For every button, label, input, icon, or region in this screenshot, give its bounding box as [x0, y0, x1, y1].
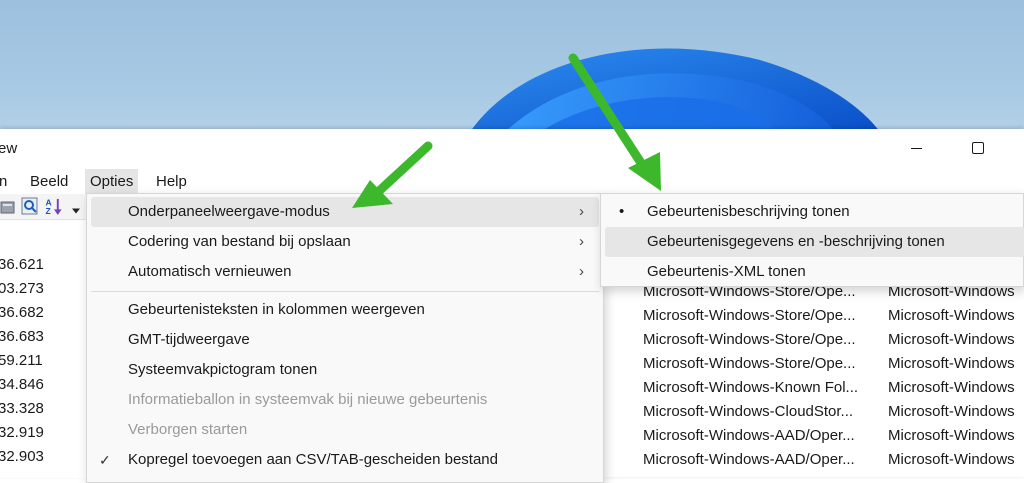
- menu-item-save-encoding[interactable]: Codering van bestand bij opslaan ›: [91, 227, 599, 257]
- properties-icon[interactable]: [0, 197, 18, 216]
- table-cell-channel[interactable]: Microsoft-Windows: [888, 427, 1015, 444]
- windows-bloom-graphic: [470, 48, 880, 132]
- toolbar: A Z: [0, 194, 90, 219]
- menu-separator: [91, 291, 599, 292]
- menu-item-tray-balloon[interactable]: Informatieballon in systeemvak bij nieuw…: [91, 385, 599, 415]
- table-cell-channel[interactable]: Microsoft-Windows: [888, 379, 1015, 396]
- table-cell-channel[interactable]: Microsoft-Windows: [888, 403, 1015, 420]
- minimize-icon: [910, 147, 922, 149]
- table-cell-source[interactable]: Microsoft-Windows-AAD/Oper...: [643, 427, 855, 444]
- table-cell-channel[interactable]: Microsoft-Windows: [888, 451, 1015, 468]
- minimize-button[interactable]: [888, 129, 944, 167]
- submenu-item-show-description[interactable]: • Gebeurtenisbeschrijving tonen: [605, 197, 1024, 227]
- svg-text:Z: Z: [45, 206, 50, 216]
- submenu-item-show-xml[interactable]: Gebeurtenis-XML tonen: [605, 257, 1024, 287]
- list-item[interactable]: 33.328: [0, 400, 44, 417]
- menu-item-tray-icon[interactable]: Systeemvakpictogram tonen: [91, 355, 599, 385]
- menu-item-gmt-time[interactable]: GMT-tijdweergave: [91, 325, 599, 355]
- list-item[interactable]: 59.211: [0, 352, 43, 369]
- table-cell-channel[interactable]: Microsoft-Windows: [888, 307, 1015, 324]
- list-item[interactable]: 03.273: [0, 280, 44, 297]
- event-list-left-column: 36.621 03.273 36.682 36.683 59.211 34.84…: [0, 219, 90, 478]
- menu-view[interactable]: Beeld: [25, 169, 73, 194]
- table-cell-source[interactable]: Microsoft-Windows-Store/Ope...: [643, 331, 856, 348]
- table-cell-source[interactable]: Microsoft-Windows-AAD/Oper...: [643, 451, 855, 468]
- table-cell-source[interactable]: Microsoft-Windows-Known Fol...: [643, 379, 858, 396]
- title-bar: ew: [0, 129, 1024, 169]
- maximize-button[interactable]: [950, 129, 1006, 167]
- window-title: ew: [0, 140, 18, 157]
- desktop-wallpaper: [0, 0, 1024, 132]
- checkmark-icon: ✓: [99, 452, 111, 468]
- menu-item-auto-refresh[interactable]: Automatisch vernieuwen ›: [91, 257, 599, 287]
- menu-item-event-text-columns[interactable]: Gebeurtenisteksten in kolommen weergeven: [91, 295, 599, 325]
- table-cell-source[interactable]: Microsoft-Windows-Store/Ope...: [643, 355, 856, 372]
- list-item[interactable]: 36.683: [0, 328, 44, 345]
- bottom-pane-mode-submenu: • Gebeurtenisbeschrijving tonen Gebeurte…: [600, 193, 1024, 287]
- table-cell-channel[interactable]: Microsoft-Windows: [888, 355, 1015, 372]
- event-table: Microsoft-Windows-Store/Ope... Microsoft…: [600, 279, 1024, 477]
- chevron-right-icon: ›: [579, 233, 584, 250]
- menu-item-csv-header[interactable]: ✓ Kopregel toevoegen aan CSV/TAB-geschei…: [91, 445, 599, 475]
- list-item[interactable]: 34.846: [0, 376, 44, 393]
- table-cell-channel[interactable]: Microsoft-Windows: [888, 331, 1015, 348]
- list-item[interactable]: 32.919: [0, 424, 44, 441]
- submenu-item-show-data-and-description[interactable]: Gebeurtenisgegevens en -beschrijving ton…: [605, 227, 1024, 257]
- table-cell-source[interactable]: Microsoft-Windows-CloudStor...: [643, 403, 853, 420]
- options-menu: Onderpaneelweergave-modus › Codering van…: [86, 193, 604, 483]
- sort-az-icon[interactable]: A Z: [44, 197, 64, 216]
- menu-help[interactable]: Help: [151, 169, 192, 194]
- radio-bullet-icon: •: [619, 203, 625, 220]
- chevron-right-icon: ›: [579, 203, 584, 220]
- chevron-right-icon: ›: [579, 263, 584, 280]
- menu-item-start-hidden[interactable]: Verborgen starten: [91, 415, 599, 445]
- list-item[interactable]: 36.682: [0, 304, 44, 321]
- menu-file-partial[interactable]: n: [0, 169, 12, 194]
- list-item[interactable]: 36.621: [0, 256, 44, 273]
- list-item[interactable]: 32.903: [0, 448, 44, 465]
- menu-options[interactable]: Opties: [85, 169, 139, 194]
- find-icon[interactable]: [21, 197, 40, 216]
- maximize-icon: [972, 142, 984, 154]
- table-cell-source[interactable]: Microsoft-Windows-Store/Ope...: [643, 307, 856, 324]
- menu-bar: n Beeld Opties Help: [0, 169, 1024, 194]
- menu-item-bottom-pane-mode[interactable]: Onderpaneelweergave-modus ›: [91, 197, 599, 227]
